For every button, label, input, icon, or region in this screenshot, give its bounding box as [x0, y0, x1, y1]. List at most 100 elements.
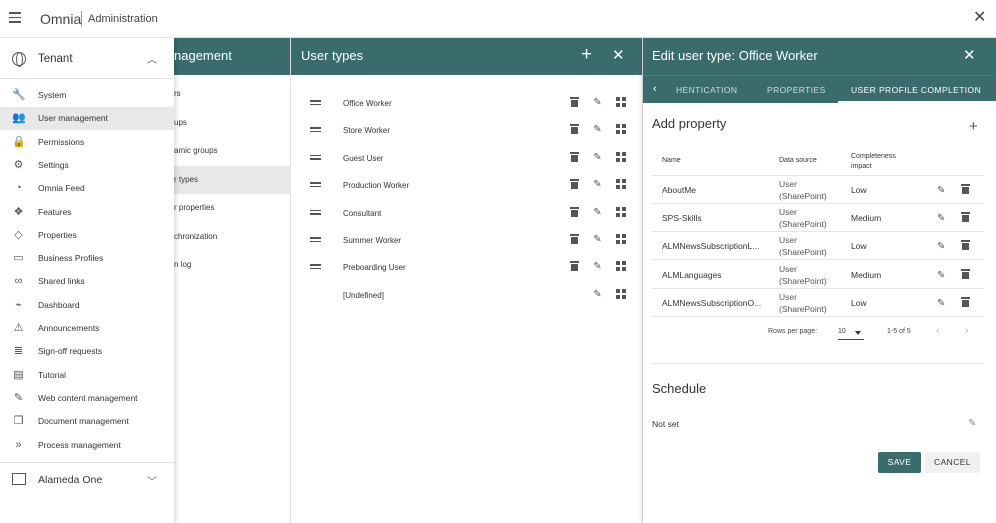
rows-per-page-select[interactable]: 10	[838, 326, 864, 340]
chevron-left-icon[interactable]: ‹	[653, 83, 657, 95]
save-button[interactable]: SAVE	[878, 452, 921, 473]
close-icon[interactable]: ✕	[973, 9, 986, 27]
edit-pencil-icon[interactable]: ✎	[937, 240, 947, 252]
edit-pencil-icon[interactable]: ✎	[937, 269, 947, 281]
edit-pencil-icon[interactable]: ✎	[937, 212, 947, 224]
user-type-row[interactable]: Store Worker ✎	[291, 116, 643, 143]
edit-pencil-icon[interactable]: ✎	[592, 207, 603, 218]
drag-handle-icon[interactable]	[310, 100, 321, 107]
column-header-data-source: Data source	[779, 157, 817, 164]
sidebar-item-tutorial[interactable]: ▤ Tutorial	[0, 364, 174, 387]
layout-grid-icon[interactable]	[615, 179, 626, 190]
delete-icon[interactable]	[961, 268, 970, 282]
delete-icon[interactable]	[569, 234, 580, 245]
user-management-nav-item[interactable]: chronization	[174, 223, 291, 251]
edit-pencil-icon[interactable]: ✎	[937, 184, 947, 196]
user-type-row[interactable]: Consultant ✎	[291, 199, 643, 226]
close-icon[interactable]: ✕	[963, 45, 976, 67]
delete-icon[interactable]	[961, 240, 970, 253]
user-management-nav-item[interactable]: n log	[174, 251, 291, 279]
delete-icon[interactable]	[569, 206, 580, 218]
edit-panel-header: Edit user type: Office Worker ✕	[643, 38, 996, 75]
tab-user-profile-completion[interactable]: USER PROFILE COMPLETION	[851, 85, 981, 95]
layout-grid-icon[interactable]	[615, 261, 626, 272]
sidebar-item-shared-links[interactable]: ∞ Shared links	[0, 270, 174, 293]
add-property-icon[interactable]: +	[969, 118, 978, 135]
sidebar-item-business-profiles[interactable]: ▭ Business Profiles	[0, 247, 174, 270]
sidebar-item-omnia-feed[interactable]: ◔ Omnia Feed	[0, 177, 174, 200]
tab-properties[interactable]: PROPERTIES	[767, 85, 826, 95]
sidebar-item-features[interactable]: ❖ Features	[0, 201, 174, 224]
edit-pencil-icon[interactable]: ✎	[592, 179, 603, 190]
layout-grid-icon[interactable]	[615, 97, 626, 108]
sidebar-item-label: Dashboard	[38, 299, 80, 310]
delete-icon[interactable]	[569, 124, 580, 135]
sidebar-item-web-content-management[interactable]: ✎ Web content management	[0, 387, 174, 410]
delete-icon[interactable]	[961, 184, 970, 197]
sidebar-item-dashboard[interactable]: ⌁ Dashboard	[0, 294, 174, 317]
layout-grid-icon[interactable]	[615, 206, 626, 218]
delete-icon[interactable]	[961, 296, 970, 310]
drag-handle-icon[interactable]	[310, 127, 321, 134]
sidebar-item-settings[interactable]: ⚙ Settings	[0, 154, 174, 177]
sidebar-item-announcements[interactable]: ⚠ Announcements	[0, 317, 174, 340]
delete-icon[interactable]	[569, 261, 580, 272]
delete-icon[interactable]	[569, 179, 580, 190]
chevron-right-icon[interactable]: ›	[965, 325, 969, 337]
tab-authentication[interactable]: HENTICATION	[676, 85, 737, 95]
sidebar-item-document-management[interactable]: ❐ Document management	[0, 410, 174, 433]
layout-grid-icon[interactable]	[615, 288, 626, 300]
chevron-up-icon[interactable]: ︿	[147, 51, 157, 66]
drag-handle-icon[interactable]	[310, 154, 321, 162]
user-type-row[interactable]: Office Worker ✎	[291, 89, 643, 116]
sidebar-item-permissions[interactable]: 🔒 Permissions	[0, 131, 174, 154]
layout-grid-icon[interactable]	[615, 234, 626, 245]
user-management-nav-item[interactable]: r types	[174, 165, 291, 194]
user-type-row[interactable]: Summer Worker ✎	[291, 226, 643, 253]
user-management-nav-item[interactable]: r properties	[174, 194, 291, 222]
user-type-label: Guest User	[343, 153, 384, 163]
tenant-section-header[interactable]: Tenant ︿	[0, 48, 174, 72]
sidebar-item-system[interactable]: 🔧 System	[0, 84, 174, 107]
drag-handle-icon[interactable]	[310, 182, 321, 189]
sidebar-item-label: Sign-off requests	[38, 346, 103, 357]
layout-grid-icon[interactable]	[615, 151, 626, 163]
user-type-row[interactable]: Guest User ✎	[291, 144, 643, 171]
edit-pencil-icon[interactable]: ✎	[592, 289, 603, 300]
sidebar-item-user-management[interactable]: 👥 User management	[0, 107, 174, 131]
delete-icon[interactable]	[569, 151, 580, 163]
edit-panel-title: Edit user type: Office Worker	[652, 48, 818, 63]
drag-handle-icon[interactable]	[310, 237, 321, 244]
edit-pencil-icon[interactable]: ✎	[937, 297, 947, 309]
edit-pencil-icon[interactable]: ✎	[592, 152, 603, 163]
delete-icon[interactable]	[961, 212, 970, 225]
cancel-button[interactable]: CANCEL	[925, 452, 980, 473]
chevron-left-icon[interactable]: ‹	[936, 325, 940, 337]
edit-pencil-icon[interactable]: ✎	[592, 234, 603, 245]
drag-handle-icon[interactable]	[310, 209, 321, 217]
user-type-row[interactable]: [Undefined] ✎	[291, 281, 643, 308]
user-type-row[interactable]: Production Worker ✎	[291, 171, 643, 198]
drag-handle-icon[interactable]	[310, 264, 321, 271]
user-management-nav-item[interactable]: ups	[174, 109, 291, 137]
user-type-row[interactable]: Preboarding User ✎	[291, 253, 643, 280]
user-management-header: nagement	[174, 38, 290, 75]
data-source-line-2: (SharePoint)	[779, 247, 827, 258]
user-management-nav-item[interactable]: rs	[174, 80, 291, 108]
edit-schedule-pencil-icon[interactable]: ✎	[968, 418, 976, 429]
sidebar-item-sign-off-requests[interactable]: ≣ Sign-off requests	[0, 340, 174, 363]
table-row: ALMNewsSubscriptionO... User (SharePoint) L…	[652, 289, 984, 317]
layout-grid-icon[interactable]	[615, 124, 626, 135]
chevron-down-icon[interactable]: ﹀	[147, 473, 157, 488]
sidebar-item-properties[interactable]: ◇ Properties	[0, 224, 174, 247]
edit-pencil-icon[interactable]: ✎	[592, 124, 603, 135]
edit-pencil-icon[interactable]: ✎	[592, 261, 603, 272]
add-user-type-icon[interactable]: +	[581, 44, 592, 66]
hamburger-menu-icon[interactable]	[9, 12, 21, 24]
user-management-nav-item[interactable]: amic groups	[174, 137, 291, 165]
business-profile-selector[interactable]: Alameda One ﹀	[0, 468, 174, 492]
close-icon[interactable]: ✕	[612, 45, 625, 67]
delete-icon[interactable]	[569, 97, 580, 108]
edit-pencil-icon[interactable]: ✎	[592, 97, 603, 108]
sidebar-item-process-management[interactable]: » Process management	[0, 434, 174, 457]
